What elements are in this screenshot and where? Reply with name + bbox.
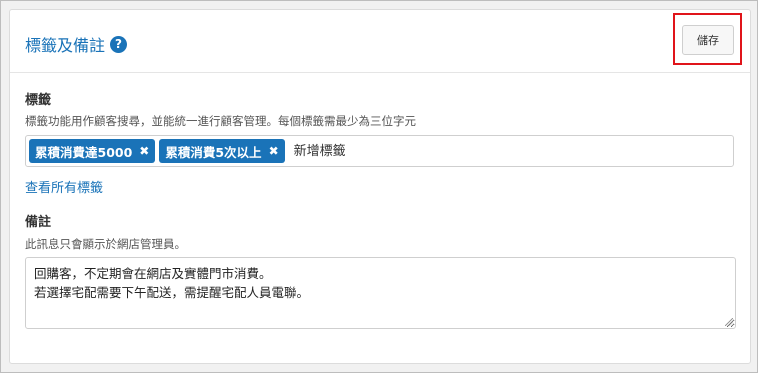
tags-label: 標籤	[25, 93, 52, 108]
window-frame: 標籤及備註 ? 儲存 標籤 標籤功能用作顧客搜尋，並能統一進行顧客管理。每個標籤…	[0, 0, 758, 373]
tag-chip-label: 累積消費5次以上	[165, 144, 262, 160]
resize-grip-icon[interactable]	[725, 318, 733, 326]
tag-chip: 累積消費達5000 ✖	[29, 139, 156, 163]
notes-line: 若選擇宅配需要下午配送，需提醒宅配人員電聯。	[34, 285, 310, 300]
panel-title: 標籤及備註 ?	[25, 32, 128, 56]
panel-title-text: 標籤及備註	[25, 36, 106, 55]
tags-notes-panel: 標籤及備註 ? 儲存 標籤 標籤功能用作顧客搜尋，並能統一進行顧客管理。每個標籤…	[9, 9, 751, 364]
notes-textarea[interactable]: 回購客，不定期會在網店及實體門市消費。 若選擇宅配需要下午配送，需提醒宅配人員電…	[25, 257, 736, 329]
add-tag-input[interactable]	[291, 142, 496, 160]
tag-chip-label: 累積消費達5000	[35, 144, 133, 160]
remove-tag-icon[interactable]: ✖	[139, 144, 149, 158]
panel-header: 標籤及備註 ? 儲存	[10, 10, 750, 73]
notes-line: 回購客，不定期會在網店及實體門市消費。	[34, 266, 272, 281]
notes-hint: 此訊息只會顯示於網店管理員。	[25, 237, 186, 251]
tag-chip: 累積消費5次以上 ✖	[159, 139, 285, 163]
notes-label: 備註	[25, 215, 52, 230]
tags-hint: 標籤功能用作顧客搜尋，並能統一進行顧客管理。每個標籤需最少為三位字元	[25, 114, 416, 128]
help-icon[interactable]: ?	[110, 35, 128, 53]
view-all-tags-link[interactable]: 查看所有標籤	[25, 177, 103, 196]
remove-tag-icon[interactable]: ✖	[269, 144, 279, 158]
tags-field[interactable]: 累積消費達5000 ✖ 累積消費5次以上 ✖	[25, 135, 734, 167]
save-button[interactable]: 儲存	[682, 25, 734, 55]
